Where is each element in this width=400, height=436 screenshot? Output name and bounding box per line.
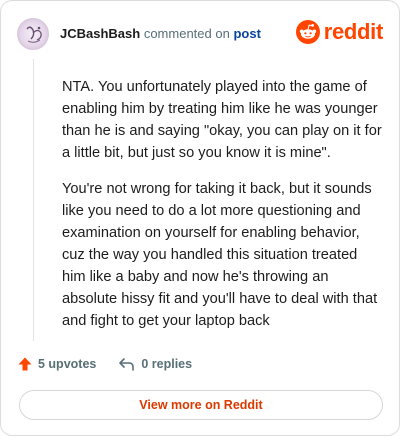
reddit-logo[interactable]: reddit xyxy=(295,19,384,44)
upvote-arrow-icon xyxy=(18,357,32,371)
replies-button[interactable]: 0 replies xyxy=(118,356,192,372)
comment-paragraph-2: You're not wrong for taking it back, but… xyxy=(62,181,378,329)
embedded-comment-card: JCBashBash commented on post reddit NTA.… xyxy=(0,0,400,436)
user-avatar[interactable] xyxy=(17,18,49,50)
reply-count: 0 replies xyxy=(141,357,193,371)
thread-line xyxy=(33,59,34,341)
comment-header: JCBashBash commented on post reddit xyxy=(17,17,383,51)
comment-author[interactable]: JCBashBash xyxy=(60,26,140,41)
reddit-snoo-icon xyxy=(295,20,320,44)
comment-body: NTA. You unfortunately played into the g… xyxy=(62,76,384,346)
post-link[interactable]: post xyxy=(233,26,260,41)
avatar-doodle-icon xyxy=(26,26,42,43)
reddit-wordmark: reddit xyxy=(323,19,384,44)
view-more-button[interactable]: View more on Reddit xyxy=(19,390,383,420)
reply-arrow-icon xyxy=(119,358,135,371)
comment-paragraph-1: NTA. You unfortunately played into the g… xyxy=(62,79,382,161)
comment-action-text: commented on xyxy=(143,26,230,41)
comment-byline: JCBashBash commented on post xyxy=(60,26,261,42)
upvote-button[interactable]: 5 upvotes xyxy=(17,356,96,372)
comment-actions: 5 upvotes 0 replies xyxy=(17,354,192,374)
upvote-count: 5 upvotes xyxy=(38,357,97,371)
